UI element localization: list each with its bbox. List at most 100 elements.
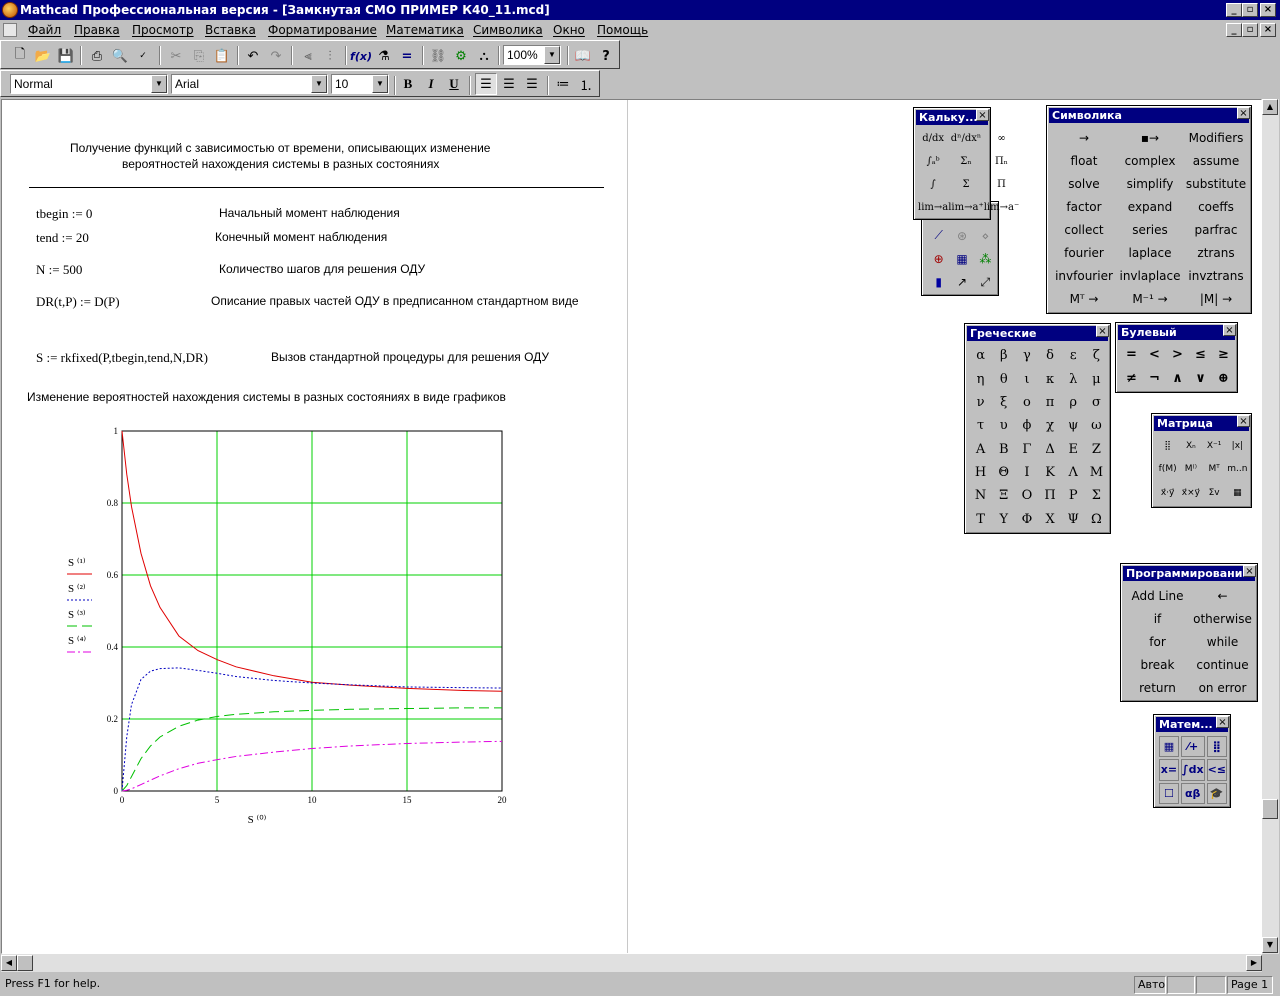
greek-button-0[interactable]: α (969, 344, 992, 367)
symbolic-button-9[interactable]: factor (1051, 195, 1117, 218)
horizontal-scrollbar[interactable]: ◀ ▶ (1, 954, 1262, 972)
menu-view[interactable]: Просмотр (132, 20, 194, 40)
palette-title[interactable]: Программирование (1123, 566, 1255, 581)
calculus-button-3[interactable]: ∫ₐᵇ (918, 150, 948, 173)
greek-button-35[interactable]: Μ (1085, 461, 1108, 484)
menu-file[interactable]: Файл (28, 20, 61, 40)
align-left-icon[interactable]: ☰ (475, 73, 497, 95)
document-icon[interactable] (3, 23, 17, 37)
programming-button-1[interactable]: ← (1190, 584, 1255, 607)
symbolic-button-6[interactable]: solve (1051, 172, 1117, 195)
surface-plot-icon[interactable]: ⋄ (974, 224, 997, 247)
palette-title[interactable]: Греческие (967, 326, 1108, 341)
greek-button-6[interactable]: η (969, 367, 992, 390)
minimize-button[interactable]: _ (1226, 3, 1242, 17)
greek-button-11[interactable]: μ (1085, 367, 1108, 390)
calculus-button-11[interactable]: lim→a⁻ (984, 196, 1020, 219)
close-icon[interactable]: × (1243, 565, 1256, 577)
symbolic-button-10[interactable]: expand (1117, 195, 1183, 218)
copy-icon[interactable]: ⎘ (188, 45, 210, 67)
bold-button[interactable]: B (397, 73, 419, 95)
calculus-button-9[interactable]: lim→a (918, 196, 948, 219)
menu-symbolics[interactable]: Символика (473, 20, 543, 40)
chevron-down-icon[interactable]: ▼ (544, 46, 560, 64)
calculus-button-2[interactable]: ∞ (984, 127, 1020, 150)
greek-button-3[interactable]: δ (1038, 344, 1061, 367)
scroll-thumb[interactable] (17, 955, 33, 971)
print-icon[interactable]: ⎙ (86, 45, 108, 67)
vector-field-icon[interactable]: ↗ (950, 271, 973, 294)
scroll-left-icon[interactable]: ◀ (1, 955, 17, 971)
paste-icon[interactable]: 📋 (211, 45, 233, 67)
redo-icon[interactable]: ↷ (265, 45, 287, 67)
boolean-button-7[interactable]: ∧ (1166, 367, 1189, 391)
close-icon[interactable]: × (976, 109, 989, 121)
greek-button-44[interactable]: Φ (1015, 508, 1038, 531)
greek-button-1[interactable]: β (992, 344, 1015, 367)
symbolic-button-18[interactable]: invfourier (1051, 264, 1117, 287)
programming-button-0[interactable]: Add Line (1125, 584, 1190, 607)
insert-function-icon[interactable]: f(x) (350, 45, 372, 67)
font-size-select[interactable]: 10 ▼ (331, 74, 389, 94)
greek-button-20[interactable]: ϕ (1015, 414, 1038, 437)
chevron-down-icon[interactable]: ▼ (372, 75, 388, 93)
symbolic-button-3[interactable]: float (1051, 149, 1117, 172)
greek-button-36[interactable]: Ν (969, 484, 992, 507)
math-button-3[interactable]: x= (1159, 759, 1179, 781)
xy-plot[interactable]: 0 5 10 15 20 0 0.2 0.4 0.6 0.8 1 S ⁽⁰⁾ S ⁽¹⁾ S ⁽²⁾ S ⁽… (52, 420, 522, 840)
symbolic-button-20[interactable]: invztrans (1183, 264, 1249, 287)
rkfixed-definition[interactable]: S := rkfixed(P,tbegin,tend,N,DR) (36, 350, 208, 366)
greek-button-22[interactable]: ψ (1062, 414, 1085, 437)
greek-button-17[interactable]: σ (1085, 391, 1108, 414)
close-icon[interactable]: × (1237, 415, 1250, 427)
tbegin-definition[interactable]: tbegin := 0 (36, 206, 92, 222)
calculus-button-7[interactable]: Σ (948, 173, 984, 196)
programming-button-6[interactable]: break (1125, 653, 1190, 676)
greek-button-12[interactable]: ν (969, 391, 992, 414)
help-icon[interactable]: ? (595, 45, 617, 67)
math-button-7[interactable]: αβ (1180, 782, 1205, 804)
calculus-button-5[interactable]: Πₙ (984, 150, 1020, 173)
bullets-icon[interactable]: ≔ (552, 73, 574, 95)
insert-component-icon[interactable]: ⚙ (450, 45, 472, 67)
align-down-icon[interactable]: ⫶ (319, 45, 341, 67)
greek-button-16[interactable]: ρ (1062, 391, 1085, 414)
matrix-button-0[interactable]: ⣿ (1156, 434, 1179, 458)
greek-button-33[interactable]: Κ (1038, 461, 1061, 484)
greek-button-8[interactable]: ι (1015, 367, 1038, 390)
symbolic-button-5[interactable]: assume (1183, 149, 1249, 172)
insert-unit-icon[interactable]: ⚗ (373, 45, 395, 67)
symbolic-button-22[interactable]: M⁻¹ → (1117, 287, 1183, 310)
symbolic-button-16[interactable]: laplace (1117, 241, 1183, 264)
menu-edit[interactable]: Правка (74, 20, 120, 40)
greek-button-2[interactable]: γ (1015, 344, 1038, 367)
programming-button-9[interactable]: on error (1190, 676, 1255, 699)
insert-hyperlink-icon[interactable]: ⛓ (427, 45, 449, 67)
greek-button-21[interactable]: χ (1038, 414, 1061, 437)
save-icon[interactable]: 💾 (55, 45, 77, 67)
programming-button-3[interactable]: otherwise (1190, 607, 1255, 630)
boolean-button-9[interactable]: ⊕ (1212, 367, 1235, 391)
greek-button-32[interactable]: Ι (1015, 461, 1038, 484)
boolean-button-3[interactable]: ≤ (1189, 343, 1212, 367)
greek-button-41[interactable]: Σ (1085, 484, 1108, 507)
print-preview-icon[interactable]: 🔍 (109, 45, 131, 67)
scroll-thumb[interactable] (1262, 799, 1278, 819)
programming-button-4[interactable]: for (1125, 630, 1190, 653)
undo-icon[interactable]: ↶ (242, 45, 264, 67)
menu-help[interactable]: Помощь (597, 20, 648, 40)
math-button-8[interactable]: 🎓 (1206, 782, 1227, 804)
greek-button-18[interactable]: τ (969, 414, 992, 437)
calculus-button-10[interactable]: lim→a⁺ (948, 196, 984, 219)
new-icon[interactable]: 🗋 (9, 45, 31, 67)
matrix-button-6[interactable]: Mᵀ (1203, 458, 1226, 482)
greek-button-37[interactable]: Ξ (992, 484, 1015, 507)
matrix-button-10[interactable]: Σv (1203, 481, 1226, 505)
greek-button-47[interactable]: Ω (1085, 508, 1108, 531)
menu-math[interactable]: Математика (386, 20, 464, 40)
italic-button[interactable]: I (420, 73, 442, 95)
greek-button-14[interactable]: ο (1015, 391, 1038, 414)
underline-button[interactable]: U (443, 73, 465, 95)
matrix-button-7[interactable]: m..n (1226, 458, 1249, 482)
style-select[interactable]: Normal ▼ (10, 74, 168, 94)
